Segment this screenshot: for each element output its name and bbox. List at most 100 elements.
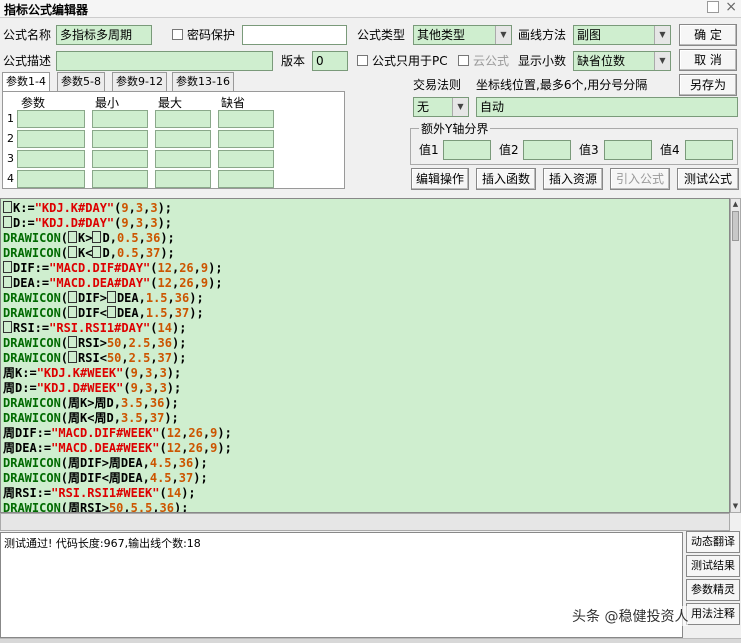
- value4-input[interactable]: [685, 140, 733, 160]
- decimals-select[interactable]: 缺省位数 ▼: [573, 51, 671, 71]
- scroll-up-icon[interactable]: ▲: [731, 199, 740, 210]
- param-max-cell[interactable]: [155, 130, 211, 148]
- insert-function-button[interactable]: 插入函数: [476, 168, 536, 190]
- value1-input[interactable]: [443, 140, 491, 160]
- param-min-cell[interactable]: [92, 110, 148, 128]
- save-as-button[interactable]: 另存为: [679, 74, 737, 96]
- code-token: DIF:=: [13, 261, 50, 275]
- code-line[interactable]: DRAWICON(DIF> DEA,1.5,36);: [3, 291, 204, 306]
- coord-input[interactable]: 自动: [476, 97, 738, 117]
- trade-rule-select[interactable]: 无 ▼: [413, 97, 469, 117]
- scroll-down-icon[interactable]: ▼: [731, 501, 740, 512]
- tab-params-13-16[interactable]: 参数13-16: [172, 72, 234, 91]
- param-default-cell[interactable]: [218, 150, 274, 168]
- draw-method-select[interactable]: 副图 ▼: [573, 25, 671, 45]
- code-line[interactable]: DRAWICON(周RSI>50,5.5,36);: [3, 501, 188, 512]
- cancel-button[interactable]: 取 消: [679, 49, 737, 71]
- code-token: (: [123, 366, 131, 380]
- code-line[interactable]: DRAWICON(DIF< DEA,1.5,37);: [3, 306, 204, 321]
- value2-input[interactable]: [523, 140, 571, 160]
- param-table: 参数 最小 最大 缺省 1 2 3 4: [2, 91, 345, 189]
- dynamic-translate-button[interactable]: 动态翻译: [686, 531, 740, 553]
- param-max-cell[interactable]: [155, 150, 211, 168]
- code-token: D,: [102, 246, 117, 260]
- tab-params-5-8[interactable]: 参数5-8: [57, 72, 105, 91]
- code-line[interactable]: DRAWICON(K> D,0.5,36);: [3, 231, 175, 246]
- code-line[interactable]: DRAWICON(周DIF>周DEA,4.5,36);: [3, 456, 208, 471]
- param-name-cell[interactable]: [17, 150, 85, 168]
- pc-only-checkbox[interactable]: [357, 55, 368, 66]
- param-default-cell[interactable]: [218, 110, 274, 128]
- param-name-cell[interactable]: [17, 130, 85, 148]
- param-default-cell[interactable]: [218, 130, 274, 148]
- code-token: ,: [137, 381, 146, 395]
- code-token: );: [157, 201, 173, 215]
- formula-name-input[interactable]: 多指标多周期: [56, 25, 152, 45]
- ok-button[interactable]: 确 定: [679, 24, 737, 46]
- code-line[interactable]: 周K:="KDJ.K#WEEK"(9,3,3);: [3, 366, 181, 381]
- param-wizard-button[interactable]: 参数精灵: [686, 579, 740, 601]
- code-token: (: [150, 276, 158, 290]
- param-min-cell[interactable]: [92, 150, 148, 168]
- code-line[interactable]: DRAWICON(周DIF<周DEA,4.5,37);: [3, 471, 208, 486]
- code-editor[interactable]: K:="KDJ.K#DAY"(9,3,3); D:="KDJ.D#DAY"(9,3…: [0, 198, 730, 513]
- import-formula-button[interactable]: 引入公式: [610, 168, 670, 190]
- value3-input[interactable]: [604, 140, 652, 160]
- usage-notes-button[interactable]: 用法注释: [686, 603, 740, 625]
- code-line[interactable]: DIF:="MACD.DIF#DAY"(12,26,9);: [3, 261, 223, 276]
- extra-yaxis-group: 额外Y轴分界 值1 值2 值3 值4: [410, 120, 738, 165]
- code-line[interactable]: D:="KDJ.D#DAY"(9,3,3);: [3, 216, 172, 231]
- code-line[interactable]: DRAWICON(RSI>50,2.5,36);: [3, 336, 186, 351]
- param-default-cell[interactable]: [218, 170, 274, 188]
- edit-operation-button[interactable]: 编辑操作: [411, 168, 469, 190]
- version-input[interactable]: 0: [312, 51, 348, 71]
- test-formula-button[interactable]: 测试公式: [677, 168, 739, 190]
- code-line[interactable]: 周RSI:="RSI.RSI1#WEEK"(14);: [3, 486, 196, 501]
- code-token: 26: [179, 276, 194, 290]
- code-token: );: [166, 366, 182, 380]
- code-vertical-scrollbar[interactable]: ▲ ▼: [730, 198, 741, 513]
- param-name-cell[interactable]: [17, 170, 85, 188]
- param-max-cell[interactable]: [155, 170, 211, 188]
- password-checkbox[interactable]: [172, 29, 183, 40]
- code-line[interactable]: DRAWICON(周K<周D,3.5,37);: [3, 411, 179, 426]
- code-line[interactable]: 周D:="KDJ.D#WEEK"(9,3,3);: [3, 381, 181, 396]
- code-token: K:=: [13, 201, 35, 215]
- tab-params-1-4[interactable]: 参数1-4: [2, 72, 50, 92]
- code-token: 4.5: [149, 471, 172, 485]
- code-horizontal-scrollbar[interactable]: [0, 513, 730, 531]
- code-token: );: [172, 351, 187, 365]
- code-token: );: [208, 276, 223, 290]
- value3-label: 值3: [579, 143, 599, 157]
- test-result-button[interactable]: 测试结果: [686, 555, 740, 577]
- pc-only-label: 公式只用于PC: [372, 54, 448, 68]
- close-icon[interactable]: ×: [725, 0, 737, 15]
- param-name-cell[interactable]: [17, 110, 85, 128]
- code-token: 9: [130, 381, 138, 395]
- code-line[interactable]: DRAWICON(K< D,0.5,37);: [3, 246, 175, 261]
- password-input[interactable]: [242, 25, 347, 45]
- insert-resource-button[interactable]: 插入资源: [543, 168, 603, 190]
- code-line[interactable]: RSI:="RSI.RSI1#DAY"(14);: [3, 321, 186, 336]
- code-line[interactable]: 周DIF:="MACD.DIF#WEEK"(12,26,9);: [3, 426, 232, 441]
- param-min-cell[interactable]: [92, 130, 148, 148]
- code-line[interactable]: K:="KDJ.K#DAY"(9,3,3);: [3, 201, 172, 216]
- code-token: ,: [171, 471, 179, 485]
- formula-desc-input[interactable]: [56, 51, 273, 71]
- code-line[interactable]: DRAWICON(周K>周D,3.5,36);: [3, 396, 179, 411]
- code-token: (: [159, 486, 167, 500]
- code-line[interactable]: 周DEA:="MACD.DEA#WEEK"(12,26,9);: [3, 441, 232, 456]
- cloud-checkbox[interactable]: [458, 55, 469, 66]
- maximize-button[interactable]: [707, 1, 719, 13]
- code-token: "KDJ.D#WEEK": [36, 381, 124, 395]
- code-line[interactable]: DEA:="MACD.DEA#DAY"(12,26,9);: [3, 276, 223, 291]
- scroll-thumb[interactable]: [732, 211, 739, 241]
- formula-type-select[interactable]: 其他类型 ▼: [413, 25, 512, 45]
- decimals-label: 显示小数: [518, 54, 567, 68]
- code-token: 周D:=: [3, 381, 37, 395]
- code-line[interactable]: DRAWICON(RSI<50,2.5,37);: [3, 351, 186, 366]
- tab-params-9-12[interactable]: 参数9-12: [112, 72, 167, 91]
- param-min-cell[interactable]: [92, 170, 148, 188]
- code-token: 9: [130, 366, 138, 380]
- param-max-cell[interactable]: [155, 110, 211, 128]
